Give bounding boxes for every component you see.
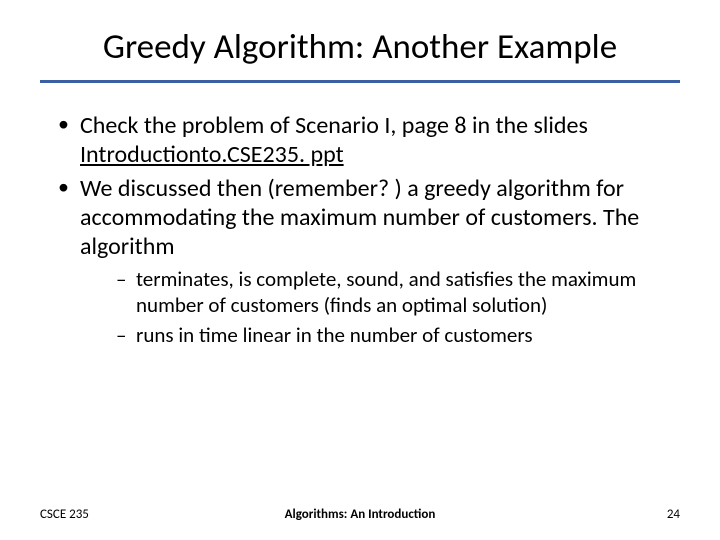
footer-center: Algorithms: An Introduction <box>285 507 436 522</box>
sub-bullet-list: terminates, is complete, sound, and sati… <box>80 267 680 348</box>
footer-left: CSCE 235 <box>40 507 89 522</box>
bullet-item: We discussed then (remember? ) a greedy … <box>52 174 680 349</box>
bullet-list: Check the problem of Scenario I, page 8 … <box>52 111 680 348</box>
bullet-text: Check the problem of Scenario I, page 8 … <box>80 111 588 140</box>
sub-bullet-item: terminates, is complete, sound, and sati… <box>112 267 680 318</box>
title-rule <box>40 80 680 83</box>
slide-title: Greedy Algorithm: Another Example <box>40 18 680 80</box>
bullet-item: Check the problem of Scenario I, page 8 … <box>52 111 680 170</box>
bullet-text: We discussed then (remember? ) a greedy … <box>80 174 639 262</box>
slide-content: Check the problem of Scenario I, page 8 … <box>40 111 680 348</box>
sub-bullet-item: runs in time linear in the number of cus… <box>112 323 680 349</box>
link-text[interactable]: Introductionto.CSE235. ppt <box>80 140 344 169</box>
footer: CSCE 235 Algorithms: An Introduction 24 <box>0 507 720 522</box>
slide-number: 24 <box>667 507 680 522</box>
slide: Greedy Algorithm: Another Example Check … <box>0 0 720 540</box>
